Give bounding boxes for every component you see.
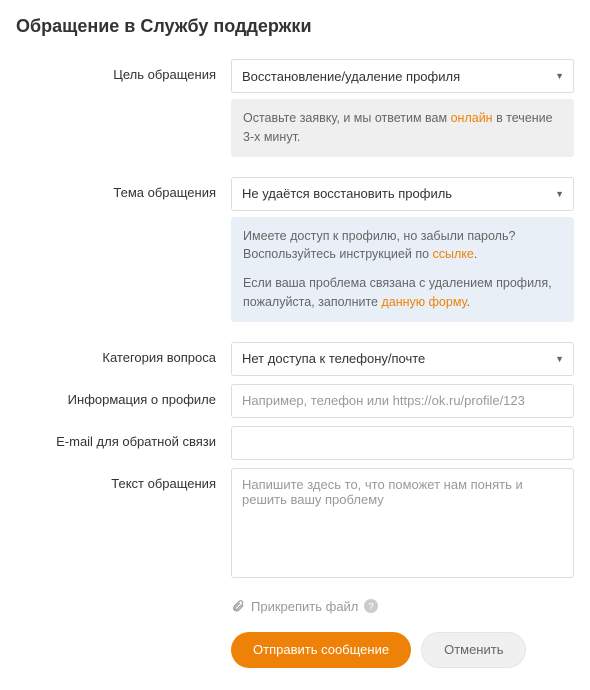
input-email[interactable] xyxy=(231,426,574,460)
submit-button[interactable]: Отправить сообщение xyxy=(231,632,411,668)
label-profile-info: Информация о профиле xyxy=(16,384,231,407)
help-icon[interactable]: ? xyxy=(364,599,378,613)
input-profile-info[interactable] xyxy=(231,384,574,418)
row-info-online: Оставьте заявку, и мы ответим вам онлайн… xyxy=(16,99,574,169)
label-message: Текст обращения xyxy=(16,468,231,491)
info-online-pre: Оставьте заявку, и мы ответим вам xyxy=(243,111,451,125)
info-online: Оставьте заявку, и мы ответим вам онлайн… xyxy=(231,99,574,157)
select-category[interactable]: Нет доступа к телефону/почте xyxy=(231,342,574,376)
select-purpose[interactable]: Восстановление/удаление профиля xyxy=(231,59,574,93)
info-help-p1-post: . xyxy=(474,247,477,261)
textarea-message[interactable] xyxy=(231,468,574,578)
label-email: E-mail для обратной связи xyxy=(16,426,231,449)
row-purpose: Цель обращения Восстановление/удаление п… xyxy=(16,59,574,93)
button-row: Отправить сообщение Отменить xyxy=(231,632,574,668)
row-category: Категория вопроса Нет доступа к телефону… xyxy=(16,342,574,376)
label-category: Категория вопроса xyxy=(16,342,231,365)
info-help: Имеете доступ к профилю, но забыли парол… xyxy=(231,217,574,322)
row-message: Текст обращения Прикрепить файл ? Отправ… xyxy=(16,468,574,668)
cancel-button[interactable]: Отменить xyxy=(421,632,526,668)
row-info-help: Имеете доступ к профилю, но забыли парол… xyxy=(16,217,574,334)
info-help-p2-post: . xyxy=(467,295,470,309)
row-topic: Тема обращения Не удаётся восстановить п… xyxy=(16,177,574,211)
select-topic[interactable]: Не удаётся восстановить профиль xyxy=(231,177,574,211)
attach-file[interactable]: Прикрепить файл ? xyxy=(231,599,574,614)
svg-text:?: ? xyxy=(369,602,374,613)
paperclip-icon xyxy=(231,599,245,613)
link-instruction[interactable]: ссылке xyxy=(433,247,474,261)
label-purpose: Цель обращения xyxy=(16,59,231,82)
link-online[interactable]: онлайн xyxy=(451,111,493,125)
attach-label: Прикрепить файл xyxy=(251,599,358,614)
label-topic: Тема обращения xyxy=(16,177,231,200)
row-email: E-mail для обратной связи xyxy=(16,426,574,460)
link-delete-form[interactable]: данную форму xyxy=(381,295,466,309)
row-profile-info: Информация о профиле xyxy=(16,384,574,418)
page-title: Обращение в Службу поддержки xyxy=(16,16,574,37)
